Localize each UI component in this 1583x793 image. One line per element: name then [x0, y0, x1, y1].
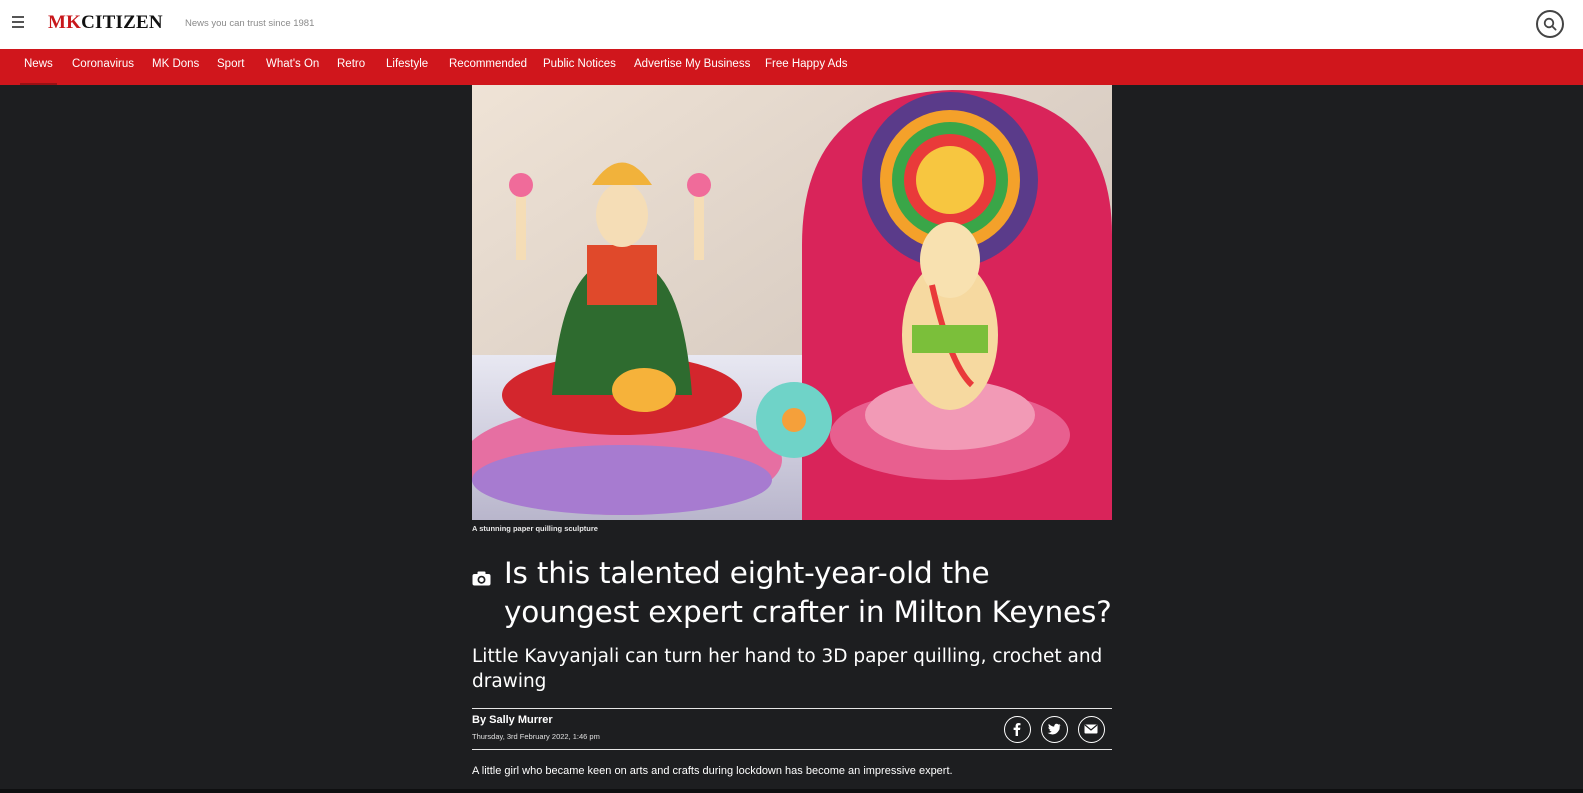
nav-item-lifestyle[interactable]: Lifestyle: [386, 49, 428, 85]
nav-item-public-notices[interactable]: Public Notices: [543, 49, 616, 85]
facebook-icon: [1013, 723, 1021, 736]
site-header: MKCITIZEN News you can trust since 1981: [0, 0, 1583, 49]
divider-top: [472, 708, 1112, 709]
bottom-strip: [0, 789, 1583, 793]
nav-item-free-happy-ads[interactable]: Free Happy Ads: [765, 49, 847, 85]
search-button[interactable]: [1536, 10, 1564, 38]
quilling-sculpture-image: [472, 85, 1112, 520]
search-icon: [1543, 17, 1557, 31]
camera-icon: [472, 571, 491, 586]
headline-line-2: youngest expert crafter in Milton Keynes…: [504, 595, 1112, 629]
nav-item-sport[interactable]: Sport: [217, 49, 245, 85]
site-logo[interactable]: MKCITIZEN: [48, 12, 163, 34]
nav-item-news[interactable]: News: [20, 49, 57, 85]
article-headline: Is this talented eight-year-old the youn…: [504, 554, 1114, 632]
nav-item-whats-on[interactable]: What's On: [266, 49, 319, 85]
share-twitter-button[interactable]: [1041, 716, 1068, 743]
headline-line-1: Is this talented eight-year-old the: [504, 556, 990, 590]
nav-item-mk-dons[interactable]: MK Dons: [152, 49, 199, 85]
main-nav: News Coronavirus MK Dons Sport What's On…: [0, 49, 1583, 85]
standfirst-line-1: Little Kavyanjali can turn her hand to 3…: [472, 646, 1103, 667]
email-icon: [1084, 724, 1098, 734]
nav-item-advertise[interactable]: Advertise My Business: [634, 49, 750, 85]
article-standfirst: Little Kavyanjali can turn her hand to 3…: [472, 644, 1112, 694]
share-email-button[interactable]: [1078, 716, 1105, 743]
standfirst-line-2: drawing: [472, 671, 547, 692]
article-hero-image[interactable]: [472, 85, 1112, 520]
divider-bottom: [472, 749, 1112, 750]
nav-item-retro[interactable]: Retro: [337, 49, 365, 85]
author-byline[interactable]: By Sally Murrer: [472, 714, 553, 726]
site-tagline: News you can trust since 1981: [185, 18, 315, 29]
logo-citizen: CITIZEN: [81, 12, 163, 33]
nav-item-coronavirus[interactable]: Coronavirus: [72, 49, 134, 85]
share-facebook-button[interactable]: [1004, 716, 1031, 743]
twitter-icon: [1047, 723, 1061, 735]
nav-item-recommended[interactable]: Recommended: [449, 49, 527, 85]
logo-mk: MK: [48, 12, 82, 33]
article-lede: A little girl who became keen on arts an…: [472, 765, 953, 777]
image-caption: A stunning paper quilling sculpture: [472, 524, 598, 533]
publish-date: Thursday, 3rd February 2022, 1:46 pm: [472, 732, 600, 741]
hamburger-menu-icon[interactable]: [12, 16, 28, 32]
